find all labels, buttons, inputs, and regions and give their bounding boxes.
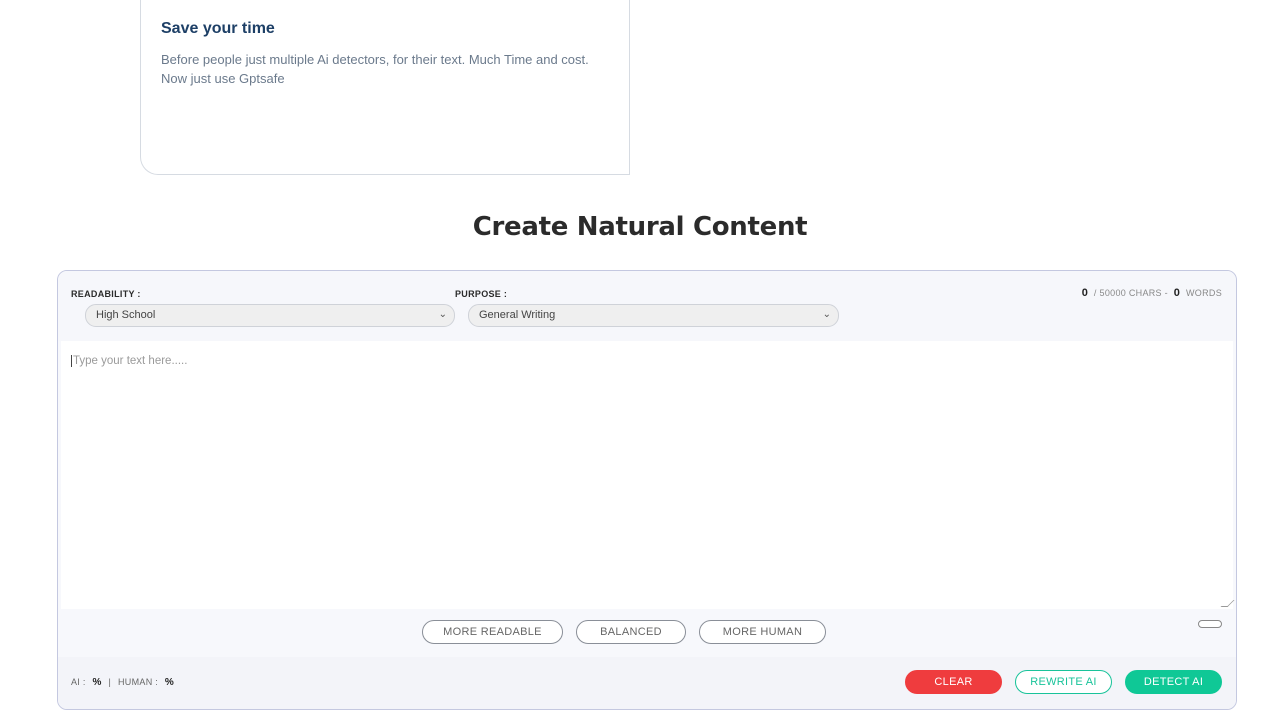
mode-balanced-button[interactable]: BALANCED <box>576 620 686 644</box>
text-input[interactable]: Type your text here..... <box>61 341 1235 609</box>
purpose-value: General Writing <box>479 309 556 321</box>
detect-ai-button[interactable]: DETECT AI <box>1125 670 1222 694</box>
human-label: HUMAN : <box>118 677 159 687</box>
resize-grip-icon[interactable] <box>1220 600 1235 607</box>
mode-more-readable-button[interactable]: MORE READABLE <box>422 620 563 644</box>
chevron-down-icon: ⌄ <box>822 309 831 320</box>
char-word-counter: 0 / 50000 CHARS - 0 WORDS <box>1079 287 1222 299</box>
purpose-label: PURPOSE : <box>455 289 508 299</box>
char-limit: / 50000 CHARS - <box>1093 288 1168 298</box>
ai-value: % <box>92 677 102 688</box>
feature-card: Save your time Before people just multip… <box>140 0 630 175</box>
page: Save your time Before people just multip… <box>0 0 1280 720</box>
feature-description: Before people just multiple Ai detectors… <box>161 52 589 86</box>
readability-select[interactable]: High School ⌄ <box>85 304 455 327</box>
purpose-select[interactable]: General Writing ⌄ <box>468 304 839 327</box>
editor-footer: AI : % | HUMAN : % CLEAR REWRITE AI DETE… <box>58 657 1236 709</box>
section-title: Create Natural Content <box>472 212 808 242</box>
toggle-pill[interactable] <box>1198 620 1222 628</box>
text-placeholder: Type your text here..... <box>71 355 188 367</box>
detection-stats: AI : % | HUMAN : % <box>71 677 178 688</box>
words-label: WORDS <box>1186 288 1222 298</box>
editor-panel: READABILITY : High School ⌄ PURPOSE : Ge… <box>57 270 1237 710</box>
ai-label: AI : <box>71 677 86 687</box>
feature-title: Save your time <box>161 20 275 37</box>
readability-value: High School <box>96 309 156 321</box>
clear-button[interactable]: CLEAR <box>905 670 1002 694</box>
readability-label: READABILITY : <box>71 289 141 299</box>
char-count: 0 <box>1081 287 1089 299</box>
word-count: 0 <box>1173 287 1181 299</box>
chevron-down-icon: ⌄ <box>438 309 447 320</box>
mode-more-human-button[interactable]: MORE HUMAN <box>699 620 826 644</box>
stats-separator: | <box>108 677 112 687</box>
editor-toolbar: READABILITY : High School ⌄ PURPOSE : Ge… <box>58 271 1236 341</box>
rewrite-ai-button[interactable]: REWRITE AI <box>1015 670 1112 694</box>
human-value: % <box>164 677 175 688</box>
